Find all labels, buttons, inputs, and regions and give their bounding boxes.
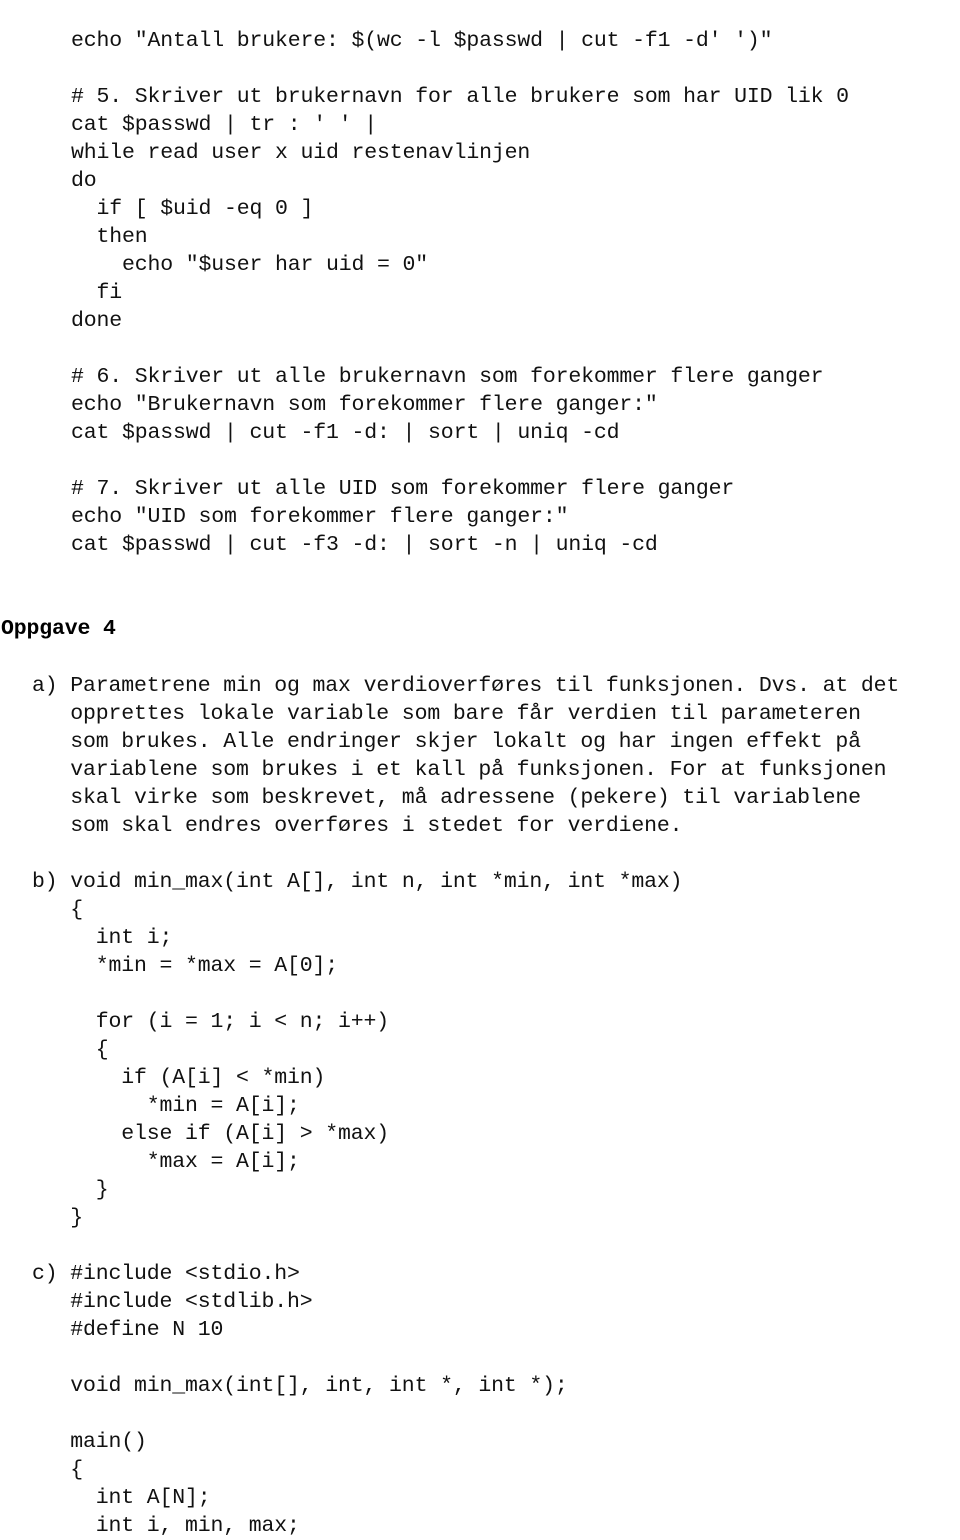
- answer-item-a: a) Parametrene min og max verdioverføres…: [0, 672, 960, 840]
- answer-item-b-label: b): [32, 869, 71, 894]
- answer-item-b: b) void min_max(int A[], int n, int *min…: [0, 868, 960, 1232]
- answer-item-c-text: #include <stdio.h> #include <stdlib.h> #…: [70, 1261, 568, 1538]
- page-title: Oppgave 4: [1, 616, 116, 641]
- shell-script-listing: echo "Antall brukere: $(wc -l $passwd | …: [71, 28, 849, 557]
- answer-item-c: c) #include <stdio.h> #include <stdlib.h…: [0, 1260, 960, 1540]
- answer-item-c-label: c): [32, 1261, 71, 1286]
- answer-item-a-label: a): [32, 673, 71, 698]
- document-page: echo "Antall brukere: $(wc -l $passwd | …: [0, 22, 960, 1538]
- answer-item-a-text: Parametrene min og max verdioverføres ti…: [70, 673, 900, 838]
- answer-item-b-text: void min_max(int A[], int n, int *min, i…: [70, 869, 683, 1230]
